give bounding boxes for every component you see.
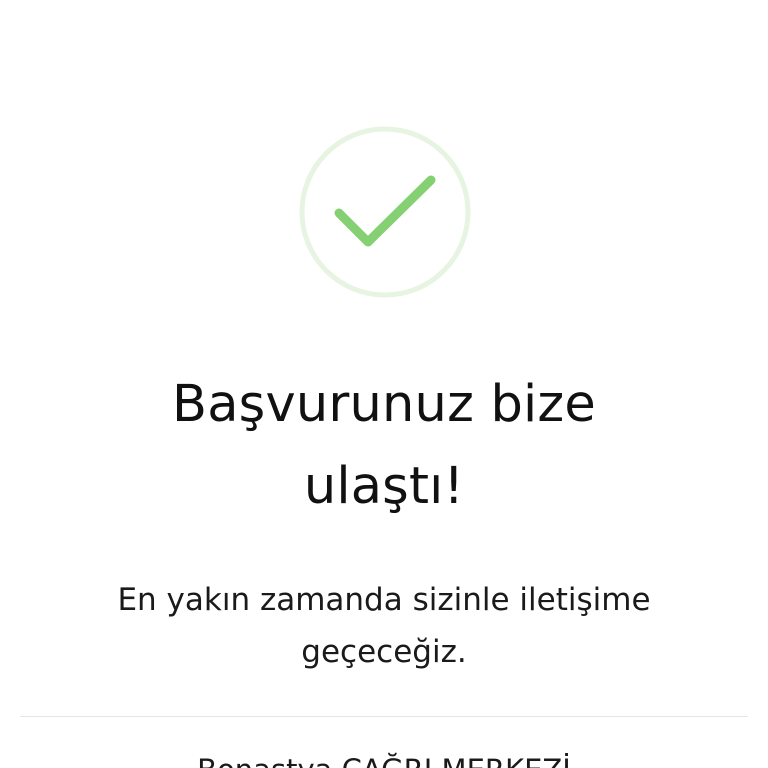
success-title-line-2: ulaştı! xyxy=(303,457,465,516)
success-message-line-2: geçeceğiz. xyxy=(301,634,467,670)
success-title-line-1: Başvurunuz bize xyxy=(172,375,596,434)
call-center-link[interactable]: Bonastya ÇAĞRI MERKEZİ xyxy=(0,752,768,768)
success-screen: Başvurunuz bize ulaştı! En yakın zamanda… xyxy=(0,0,768,768)
success-title: Başvurunuz bize ulaştı! xyxy=(0,364,768,528)
check-circle-icon xyxy=(299,126,471,298)
success-message-line-1: En yakın zamanda sizinle iletişime xyxy=(117,582,651,618)
success-message: En yakın zamanda sizinle iletişime geçec… xyxy=(0,574,768,678)
divider xyxy=(20,716,748,717)
